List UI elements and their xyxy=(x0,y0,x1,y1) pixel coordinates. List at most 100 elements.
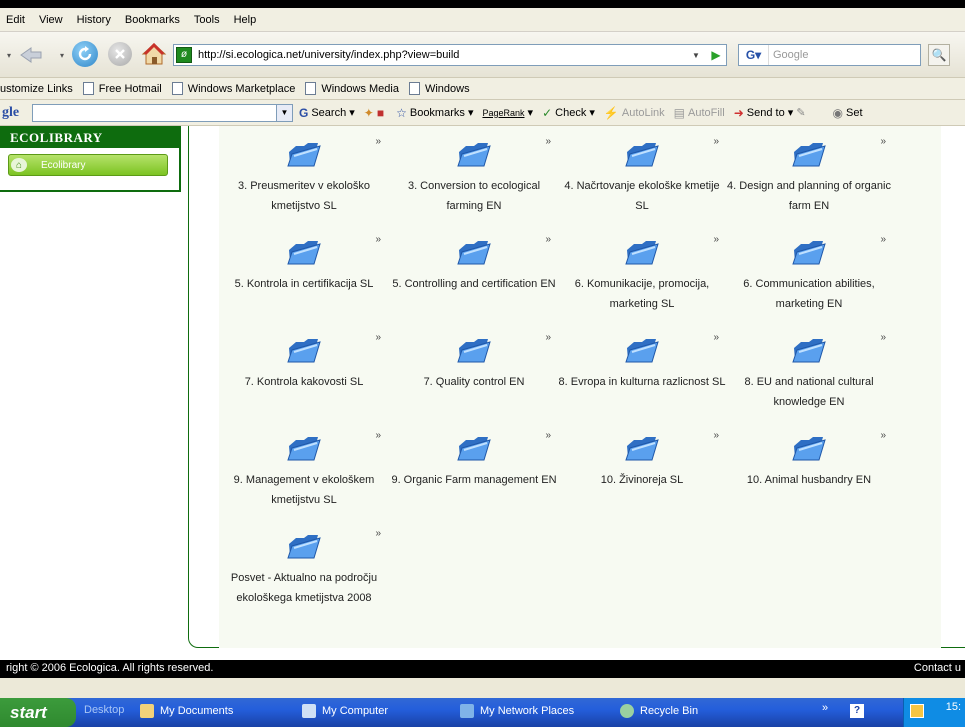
folder-icon[interactable] xyxy=(791,336,827,366)
category-item[interactable]: » 7. Kontrola kakovosti SL xyxy=(219,322,389,392)
folder-icon[interactable] xyxy=(791,238,827,268)
category-item[interactable]: » 4. Design and planning of organic farm … xyxy=(724,126,894,216)
link-windows[interactable]: Windows xyxy=(408,82,470,95)
folder-icon[interactable] xyxy=(624,140,660,170)
folder-icon[interactable] xyxy=(456,434,492,464)
home-icon[interactable] xyxy=(140,40,168,68)
category-label[interactable]: 6. Communication abilities, marketing EN xyxy=(724,274,894,314)
forward-dropdown-icon[interactable]: ▾ xyxy=(56,46,68,64)
category-item[interactable]: » 7. Quality control EN xyxy=(389,322,559,392)
category-label[interactable]: 8. Evropa in kulturna razlicnost SL xyxy=(557,372,727,392)
folder-icon[interactable] xyxy=(286,140,322,170)
reload-icon[interactable] xyxy=(72,41,98,67)
google-settings-button[interactable]: ◉ Set xyxy=(833,106,863,120)
link-windows-marketplace[interactable]: Windows Marketplace xyxy=(171,82,295,95)
category-label[interactable]: 3. Preusmeritev v ekološko kmetijstvo SL xyxy=(219,176,389,216)
category-item[interactable]: » 5. Kontrola in certifikacija SL xyxy=(219,224,389,294)
category-item[interactable]: » 6. Communication abilities, marketing E… xyxy=(724,224,894,314)
taskbar-overflow-icon[interactable]: » xyxy=(822,702,828,714)
category-label[interactable]: 5. Controlling and certification EN xyxy=(389,274,559,294)
category-item[interactable]: » Posvet - Aktualno na področju ekološkeg… xyxy=(219,518,389,608)
category-label[interactable]: 9. Organic Farm management EN xyxy=(389,470,559,490)
category-label[interactable]: 10. Animal husbandry EN xyxy=(724,470,894,490)
google-sendto-button[interactable]: ➜ Send to ▾ ✎ xyxy=(734,106,806,120)
menu-view[interactable]: View xyxy=(39,14,63,26)
category-label[interactable]: 3. Conversion to ecological farming EN xyxy=(389,176,559,216)
category-item[interactable]: » 5. Controlling and certification EN xyxy=(389,224,559,294)
category-item[interactable]: » 3. Conversion to ecological farming EN xyxy=(389,126,559,216)
folder-icon[interactable] xyxy=(456,140,492,170)
category-item[interactable]: » 8. Evropa in kulturna razlicnost SL xyxy=(557,322,727,392)
folder-icon[interactable] xyxy=(791,434,827,464)
menu-history[interactable]: History xyxy=(77,14,111,26)
category-item[interactable]: » 9. Organic Farm management EN xyxy=(389,420,559,490)
category-item[interactable]: » 10. Živinoreja SL xyxy=(557,420,727,490)
folder-icon[interactable] xyxy=(286,434,322,464)
menu-help[interactable]: Help xyxy=(234,14,257,26)
folder-icon[interactable] xyxy=(286,532,322,562)
address-url: http://si.ecologica.net/university/index… xyxy=(198,49,460,61)
category-item[interactable]: » 3. Preusmeritev v ekološko kmetijstvo S… xyxy=(219,126,389,216)
category-label[interactable]: 4. Design and planning of organic farm E… xyxy=(724,176,894,216)
stop-icon[interactable] xyxy=(108,42,132,66)
category-label[interactable]: Posvet - Aktualno na področju ekološkega… xyxy=(219,568,389,608)
category-item[interactable]: » 4. Načrtovanje ekološke kmetije SL xyxy=(557,126,727,216)
link-windows-media-label: Windows Media xyxy=(321,82,399,95)
google-engine-icon[interactable]: G▾ xyxy=(739,45,769,65)
back-arrow-icon[interactable] xyxy=(18,46,44,64)
category-label[interactable]: 8. EU and national cultural knowledge EN xyxy=(724,372,894,412)
category-label[interactable]: 7. Quality control EN xyxy=(389,372,559,392)
category-label[interactable]: 10. Živinoreja SL xyxy=(557,470,727,490)
link-free-hotmail[interactable]: Free Hotmail xyxy=(82,82,162,95)
search-magnifier-icon[interactable]: 🔍 xyxy=(928,44,950,66)
link-windows-media[interactable]: Windows Media xyxy=(305,82,399,95)
category-item[interactable]: » 6. Komunikacije, promocija, marketing S… xyxy=(557,224,727,314)
google-pagerank[interactable]: PageRank ▾ xyxy=(482,106,533,119)
google-search-button[interactable]: G Search ▾ xyxy=(299,106,355,120)
category-item[interactable]: » 8. EU and national cultural knowledge E… xyxy=(724,322,894,412)
category-label[interactable]: 6. Komunikacije, promocija, marketing SL xyxy=(557,274,727,314)
taskbar-desktop[interactable]: Desktop xyxy=(84,704,124,716)
contact-link[interactable]: Contact u xyxy=(914,662,961,674)
menu-edit[interactable]: Edit xyxy=(6,14,25,26)
google-search-input[interactable] xyxy=(32,103,277,122)
back-dropdown-icon[interactable]: ▾ xyxy=(2,46,16,64)
category-label[interactable]: 9. Management v ekološkem kmetijstvu SL xyxy=(219,470,389,510)
category-label[interactable]: 7. Kontrola kakovosti SL xyxy=(219,372,389,392)
folder-icon[interactable] xyxy=(624,238,660,268)
menu-bookmarks[interactable]: Bookmarks xyxy=(125,14,180,26)
folder-icon[interactable] xyxy=(791,140,827,170)
taskbar-my-computer[interactable]: My Computer xyxy=(302,704,388,718)
chevron-icon: » xyxy=(880,136,886,147)
address-dropdown-icon[interactable]: ▼ xyxy=(688,45,704,65)
address-bar[interactable]: ø http://si.ecologica.net/university/ind… xyxy=(173,44,727,66)
menu-tools[interactable]: Tools xyxy=(194,14,220,26)
taskbar-my-documents[interactable]: My Documents xyxy=(140,704,233,718)
folder-icon[interactable] xyxy=(286,238,322,268)
folder-icon[interactable] xyxy=(456,238,492,268)
folder-icon[interactable] xyxy=(286,336,322,366)
category-item[interactable]: » 10. Animal husbandry EN xyxy=(724,420,894,490)
taskbar-my-network-places-label: My Network Places xyxy=(480,705,575,717)
sidebar-ecolibrary-button[interactable]: ⌂ Ecolibrary xyxy=(8,154,168,176)
start-button[interactable]: start xyxy=(0,698,76,727)
link-customize[interactable]: ustomize Links xyxy=(0,83,73,95)
google-bookmarks-button[interactable]: ☆ Bookmarks ▾ xyxy=(396,106,473,120)
google-check-button[interactable]: ✓ Check ▾ xyxy=(542,106,595,120)
star-icon: ☆ xyxy=(396,105,407,120)
search-box[interactable]: G▾ Google xyxy=(738,44,921,66)
folder-icon[interactable] xyxy=(624,434,660,464)
category-item[interactable]: » 9. Management v ekološkem kmetijstvu SL xyxy=(219,420,389,510)
folder-icon[interactable] xyxy=(624,336,660,366)
go-arrow-icon[interactable]: ▶ xyxy=(706,45,726,65)
category-label[interactable]: 5. Kontrola in certifikacija SL xyxy=(219,274,389,294)
google-autolink-button[interactable]: ⚡ AutoLink xyxy=(604,106,665,120)
google-dropdown-icon[interactable]: ▼ xyxy=(277,103,293,122)
help-icon[interactable]: ? xyxy=(850,704,864,718)
folder-icon[interactable] xyxy=(456,336,492,366)
taskbar-recycle-bin[interactable]: Recycle Bin xyxy=(620,704,698,718)
google-extras[interactable]: ✦ ■ xyxy=(364,106,387,120)
taskbar-my-network-places[interactable]: My Network Places xyxy=(460,704,574,718)
category-label[interactable]: 4. Načrtovanje ekološke kmetije SL xyxy=(557,176,727,216)
google-autofill-button[interactable]: ▤ AutoFill xyxy=(674,106,725,120)
